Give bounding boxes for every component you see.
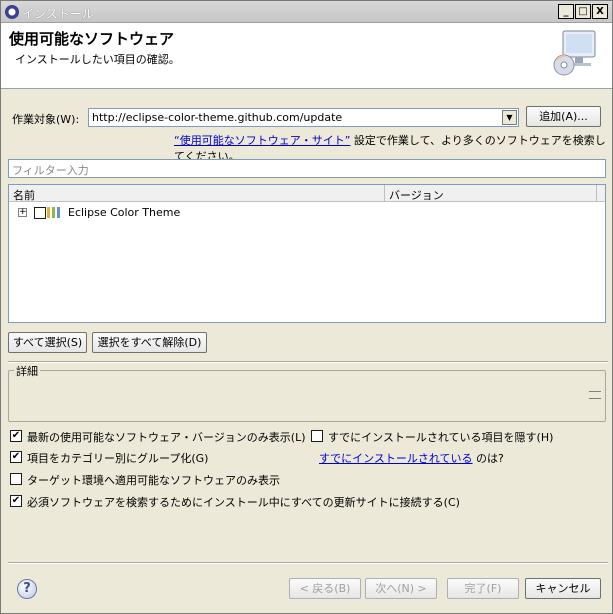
already-installed-link[interactable]: すでにインストールされている bbox=[319, 452, 473, 465]
chevron-down-icon[interactable]: ▼ bbox=[502, 110, 517, 125]
details-group: 詳細 bbox=[8, 363, 606, 422]
contact-all-sites-label: 必須ソフトウェアを検索するためにインストール中にすべての更新サイトに接続する(C… bbox=[27, 496, 460, 509]
help-icon[interactable]: ? bbox=[17, 579, 37, 599]
header-banner: 使用可能なソフトウェア インストールしたい項目の確認。 bbox=[1, 23, 612, 89]
select-all-button[interactable]: すべて選択(S) bbox=[8, 332, 87, 353]
back-button[interactable]: < 戻る(B) bbox=[289, 578, 361, 599]
group-by-category-label: 項目をカテゴリー別にグループ化(G) bbox=[27, 452, 209, 465]
hide-installed-checkbox[interactable] bbox=[311, 430, 323, 442]
row-name: Eclipse Color Theme bbox=[68, 206, 181, 219]
category-icon bbox=[47, 207, 60, 218]
column-header-name[interactable]: 名前 bbox=[9, 185, 385, 202]
install-dialog: インストール _ □ X 使用可能なソフトウェア インストールしたい項目の確認。… bbox=[0, 0, 613, 614]
resize-grip-icon[interactable] bbox=[589, 391, 601, 399]
group-by-category-checkbox[interactable]: ✔ bbox=[10, 451, 22, 463]
target-only-label: ターゲット環境へ適用可能なソフトウェアのみ表示 bbox=[27, 474, 280, 487]
page-subtitle: インストールしたい項目の確認。 bbox=[15, 53, 180, 66]
title-bar[interactable]: インストール _ □ X bbox=[1, 1, 612, 23]
add-site-button[interactable]: 追加(A)... bbox=[526, 106, 601, 127]
already-installed-text: すでにインストールされている のは? bbox=[319, 450, 504, 466]
minimize-button[interactable]: _ bbox=[558, 4, 574, 19]
finish-button[interactable]: 完了(F) bbox=[447, 578, 519, 599]
expand-icon[interactable]: + bbox=[18, 208, 27, 217]
table-header: 名前 バージョン bbox=[9, 185, 605, 202]
available-sites-link[interactable]: “使用可能なソフトウェア・サイト” bbox=[174, 134, 350, 147]
hide-installed-label: すでにインストールされている項目を隠す(H) bbox=[328, 431, 554, 444]
contact-all-sites-checkbox[interactable]: ✔ bbox=[10, 495, 22, 507]
eclipse-icon bbox=[5, 5, 19, 19]
cancel-button[interactable]: キャンセル bbox=[525, 578, 601, 599]
page-title: 使用可能なソフトウェア bbox=[9, 30, 175, 48]
latest-only-label: 最新の使用可能なソフトウェア・バージョンのみ表示(L) bbox=[27, 431, 306, 444]
close-button[interactable]: X bbox=[592, 4, 608, 19]
latest-only-checkbox[interactable]: ✔ bbox=[10, 430, 22, 442]
target-only-checkbox[interactable] bbox=[10, 473, 22, 485]
details-title: 詳細 bbox=[14, 363, 40, 379]
deselect-all-button[interactable]: 選択をすべて解除(D) bbox=[92, 332, 207, 353]
window-title: インストール bbox=[22, 7, 94, 21]
already-installed-suffix: のは? bbox=[472, 452, 504, 465]
next-button[interactable]: 次へ(N) > bbox=[365, 578, 437, 599]
software-tree[interactable]: 名前 バージョン + Eclipse Color Theme bbox=[8, 184, 606, 323]
footer-divider bbox=[8, 562, 608, 564]
filter-input[interactable]: フィルター入力 bbox=[8, 159, 606, 178]
work-with-value: http://eclipse-color-theme.github.com/up… bbox=[92, 111, 343, 124]
work-with-label: 作業対象(W): bbox=[12, 113, 80, 126]
divider bbox=[8, 361, 608, 363]
table-row[interactable]: + Eclipse Color Theme bbox=[9, 204, 605, 222]
row-checkbox[interactable] bbox=[34, 207, 46, 219]
maximize-button[interactable]: □ bbox=[575, 4, 591, 19]
install-wizard-icon bbox=[553, 30, 596, 76]
work-with-combo[interactable]: http://eclipse-color-theme.github.com/up… bbox=[88, 108, 519, 127]
column-header-version[interactable]: バージョン bbox=[385, 185, 597, 202]
